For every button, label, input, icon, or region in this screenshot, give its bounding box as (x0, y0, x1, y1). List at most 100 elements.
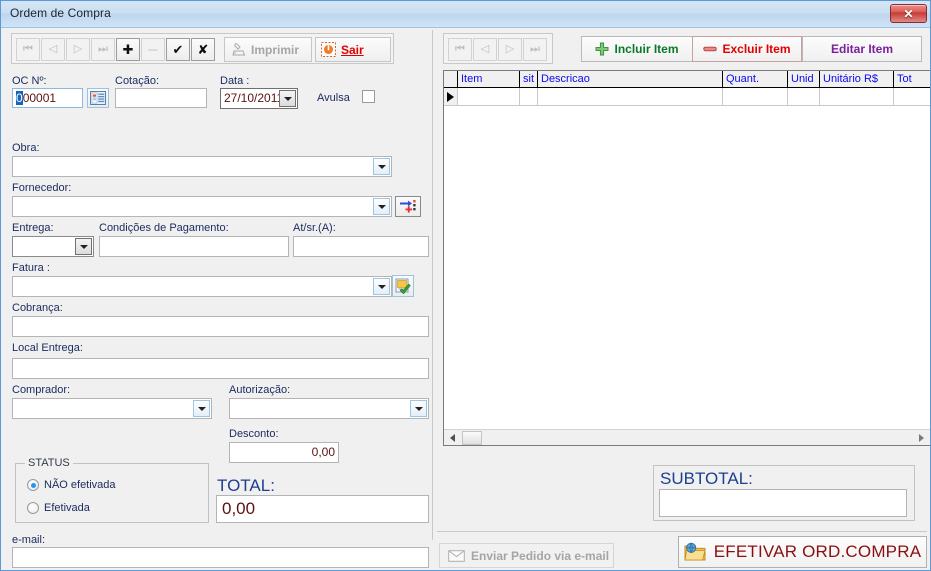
status-groupbox (15, 463, 209, 523)
row-selector-icon (444, 88, 458, 105)
grid-col-sit[interactable]: sit (520, 71, 538, 87)
editar-item-button[interactable]: Editar Item (802, 36, 922, 62)
atsr-input[interactable] (293, 236, 429, 257)
cancel-record-button[interactable]: ✘ (191, 38, 215, 61)
plus-icon: ✚ (122, 41, 134, 57)
data-value: 27/10/2011 (224, 91, 284, 105)
invoice-check-icon (395, 278, 411, 294)
nav-prev-button[interactable]: ◁ (41, 38, 65, 61)
comprador-label: Comprador: (12, 384, 71, 396)
window-titlebar: Ordem de Compra ✕ (1, 1, 930, 28)
excluir-item-button[interactable]: Excluir Item (692, 36, 802, 62)
nav-next-icon: ▷ (505, 43, 515, 55)
item-nav-next-button[interactable]: ▷ (498, 38, 522, 61)
autorizacao-select[interactable] (229, 398, 429, 419)
fornecedor-label: Fornecedor: (12, 182, 72, 194)
status-option-label: Efetivada (44, 502, 90, 514)
main-toolbar: ⏮ ◁ ▷ ⏭ ✚ ─ ✔ ✘ Imprimir Sair (11, 33, 394, 64)
nav-first-button[interactable]: ⏮ (16, 38, 40, 61)
total-label: TOTAL: (217, 476, 275, 495)
condicoes-pagamento-label: Condições de Pagamento: (99, 222, 229, 234)
nav-prev-icon: ◁ (48, 43, 58, 55)
oc-number-input[interactable]: 000001 (12, 88, 83, 108)
exit-button[interactable]: Sair (315, 37, 391, 62)
nav-last-button[interactable]: ⏭ (91, 38, 115, 61)
cell-unitario[interactable] (820, 88, 894, 105)
grid-col-unid[interactable]: Unid (788, 71, 820, 87)
fatura-select[interactable] (12, 276, 392, 297)
condicoes-pagamento-input[interactable] (99, 236, 289, 257)
oc-number-rest: 00001 (22, 91, 57, 105)
scroll-right-icon[interactable] (915, 431, 928, 444)
print-button[interactable]: Imprimir (224, 37, 312, 62)
chevron-down-icon[interactable] (279, 90, 296, 107)
grid-col-total[interactable]: Tot (894, 71, 930, 87)
total-value: 0,00 (216, 495, 429, 523)
status-option-label: NÃO efetivada (44, 479, 116, 491)
cobranca-input[interactable] (12, 316, 429, 337)
efetivar-ordem-compra-button[interactable]: EFETIVAR ORD.COMPRA (678, 536, 927, 568)
comprador-select[interactable] (12, 398, 212, 419)
item-nav-last-button[interactable]: ⏭ (523, 38, 547, 61)
enviar-pedido-email-button[interactable]: Enviar Pedido via e-mail (439, 543, 614, 568)
grid-hscrollbar[interactable] (444, 429, 930, 445)
printer-icon (232, 43, 246, 56)
chevron-down-icon[interactable] (193, 400, 210, 417)
envelope-icon (448, 549, 465, 562)
fatura-check-button[interactable] (392, 275, 414, 297)
cell-sit[interactable] (520, 88, 538, 105)
item-nav-prev-button[interactable]: ◁ (473, 38, 497, 61)
data-input[interactable]: 27/10/2011 (220, 88, 298, 109)
entrega-select[interactable] (12, 236, 94, 257)
table-row[interactable] (444, 88, 930, 106)
nav-prev-icon: ◁ (480, 43, 490, 55)
confirm-record-button[interactable]: ✔ (166, 38, 190, 61)
delete-record-button[interactable]: ─ (141, 38, 165, 61)
local-entrega-label: Local Entrega: (12, 342, 83, 354)
folder-globe-icon (684, 542, 706, 561)
email-input[interactable] (12, 547, 429, 568)
avulsa-checkbox[interactable] (362, 90, 375, 103)
avulsa-label: Avulsa (317, 92, 350, 104)
cell-total[interactable] (894, 88, 930, 105)
cotacao-label: Cotação: (115, 75, 160, 87)
grid-col-item[interactable]: Item (458, 71, 520, 87)
exit-button-label: Sair (341, 42, 364, 57)
chevron-down-icon[interactable] (410, 400, 427, 417)
cell-unid[interactable] (788, 88, 820, 105)
nav-next-button[interactable]: ▷ (66, 38, 90, 61)
grid-col-quant[interactable]: Quant. (723, 71, 788, 87)
incluir-item-button[interactable]: Incluir Item (581, 36, 693, 62)
chevron-down-icon[interactable] (373, 158, 390, 175)
lookup-icon (90, 91, 106, 105)
add-fornecedor-button[interactable] (395, 196, 421, 217)
obra-select[interactable] (12, 156, 392, 177)
status-option-efetivada[interactable]: Efetivada (27, 502, 90, 514)
grid-col-descricao[interactable]: Descricao (538, 71, 723, 87)
chevron-down-icon[interactable] (373, 278, 390, 295)
items-grid-header: Item sit Descricao Quant. Unid Unitário … (444, 71, 930, 88)
cell-quant[interactable] (723, 88, 788, 105)
oc-number-label: OC Nº: (12, 75, 47, 87)
cobranca-label: Cobrança: (12, 302, 63, 314)
local-entrega-input[interactable] (12, 358, 429, 379)
chevron-down-icon[interactable] (75, 238, 92, 255)
cotacao-input[interactable] (115, 88, 207, 108)
items-grid[interactable]: Item sit Descricao Quant. Unid Unitário … (443, 70, 930, 446)
oc-lookup-button[interactable] (87, 88, 109, 108)
entrega-label: Entrega: (12, 222, 54, 234)
minus-icon (703, 46, 718, 52)
fornecedor-select[interactable] (12, 196, 392, 217)
scroll-left-icon[interactable] (446, 431, 459, 444)
cell-item[interactable] (458, 88, 520, 105)
close-button[interactable]: ✕ (890, 4, 927, 23)
status-option-nao-efetivada[interactable]: NÃO efetivada (27, 479, 116, 491)
chevron-down-icon[interactable] (373, 198, 390, 215)
scroll-thumb[interactable] (462, 431, 482, 445)
desconto-input[interactable]: 0,00 (229, 442, 339, 463)
cell-descricao[interactable] (538, 88, 723, 105)
add-record-button[interactable]: ✚ (116, 38, 140, 61)
item-nav-first-button[interactable]: ⏮ (448, 38, 472, 61)
footer-divider (437, 531, 927, 532)
grid-col-unitario[interactable]: Unitário R$ (820, 71, 894, 87)
